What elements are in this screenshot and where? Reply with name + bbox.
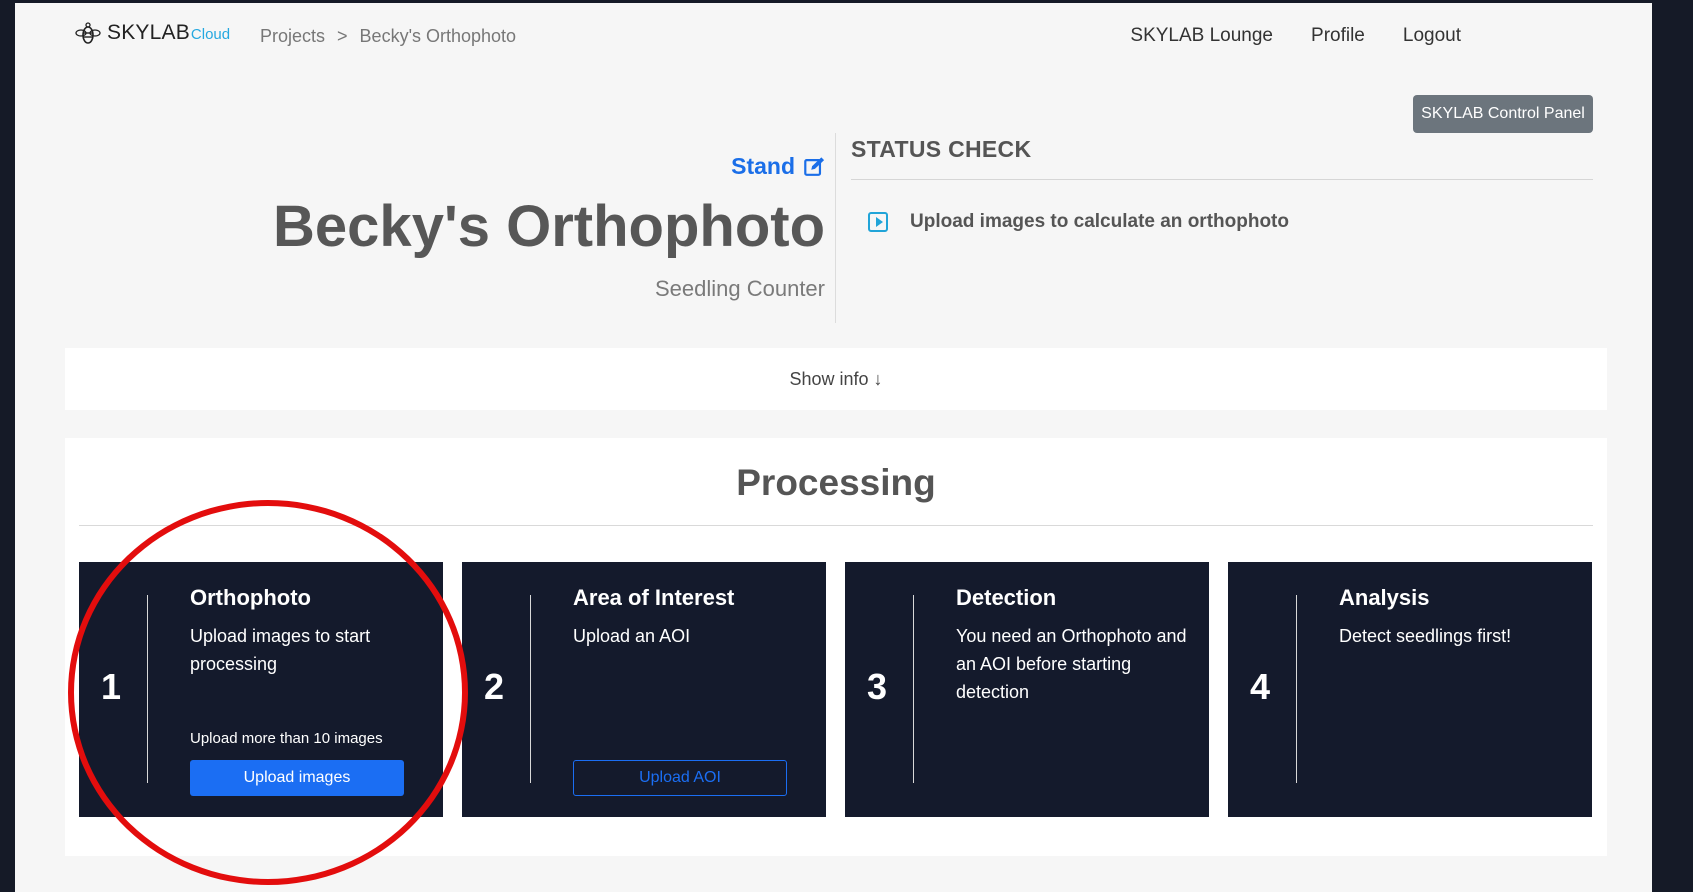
bee-icon [75,22,101,44]
brand-logo[interactable]: SKYLAB Cloud [75,21,230,47]
processing-divider [79,525,1593,526]
step-title: Detection [956,585,1057,610]
processing-steps: 1 Orthophoto Upload images to start proc… [79,562,1592,817]
breadcrumb-current[interactable]: Becky's Orthophoto [360,26,517,47]
upload-aoi-button[interactable]: Upload AOI [573,760,787,796]
step-description: Upload images to start processing [190,626,371,674]
step-note: Upload more than 10 images [190,730,383,747]
processing-panel: Processing 1 Orthophoto Upload images to… [65,438,1607,856]
project-subtitle: Seedling Counter [654,276,825,301]
step-number: 3 [867,666,888,707]
nav-link-logout[interactable]: Logout [1403,25,1461,47]
edit-icon[interactable] [803,156,825,178]
step-description: Upload an AOI [573,626,691,646]
step-title: Orthophoto [190,585,311,610]
step-card-analysis: 4 Analysis Detect seedlings first! [1228,562,1592,817]
status-check-heading: STATUS CHECK [851,136,1032,162]
nav-link-lounge[interactable]: SKYLAB Lounge [1130,25,1273,47]
top-navbar: SKYLAB Cloud Projects > Becky's Orthopho… [15,3,1652,65]
breadcrumb: Projects > Becky's Orthophoto [260,26,516,47]
breadcrumb-separator: > [337,26,348,46]
step-title: Area of Interest [573,585,735,610]
show-info-toggle[interactable]: Show info ↓ [65,348,1607,410]
step-number: 1 [101,666,122,707]
step-number: 2 [484,666,505,707]
nav-links: SKYLAB Lounge Profile Logout [1130,25,1461,47]
step-divider [147,595,148,783]
page: SKYLAB Cloud Projects > Becky's Orthopho… [15,3,1652,892]
play-icon[interactable] [868,212,888,232]
step-divider [913,595,914,783]
project-type-label: Stand [731,153,795,179]
nav-link-profile[interactable]: Profile [1311,25,1365,47]
step-card-orthophoto: 1 Orthophoto Upload images to start proc… [79,562,443,817]
control-panel-button[interactable]: SKYLAB Control Panel [1413,95,1593,133]
step-divider [530,595,531,783]
status-item: Upload images to calculate an orthophoto [868,211,1289,233]
step-title: Analysis [1339,585,1430,610]
project-type-link[interactable]: Stand [731,153,825,180]
step-description: Detect seedlings first! [1339,626,1512,646]
page-title: Becky's Orthophoto [273,194,825,259]
step-divider [1296,595,1297,783]
step-description: You need an Orthophoto and an AOI before… [956,626,1187,702]
upload-images-button[interactable]: Upload images [190,760,404,796]
step-card-aoi: 2 Area of Interest Upload an AOI Upload … [462,562,826,817]
status-divider [851,179,1593,180]
brand-suffix: Cloud [190,26,231,43]
step-number: 4 [1250,666,1271,707]
step-card-detection: 3 Detection You need an Orthophoto and a… [845,562,1209,817]
header-divider [835,133,836,323]
brand-name: SKYLAB [107,21,190,44]
processing-heading: Processing [736,462,936,503]
status-message: Upload images to calculate an orthophoto [910,211,1289,232]
breadcrumb-projects[interactable]: Projects [260,26,325,47]
